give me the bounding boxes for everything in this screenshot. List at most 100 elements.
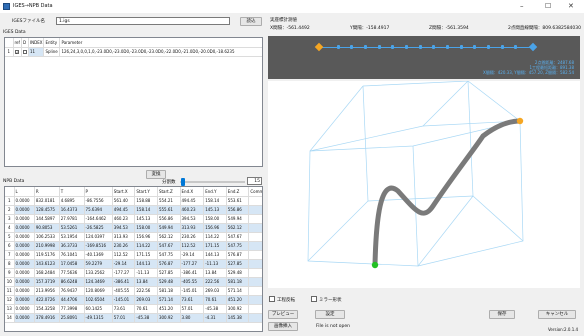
timeline-tick[interactable] xyxy=(364,45,367,49)
row-number: 8 xyxy=(5,259,15,269)
row-number: 7 xyxy=(5,250,15,260)
table-row[interactable]: 6 0.0000 210.9998 36.3733 -169.8516 230.26 114… xyxy=(5,241,262,251)
comment-cell xyxy=(248,286,262,296)
comment-cell xyxy=(248,214,262,224)
ref-checkbox[interactable]: ✓ xyxy=(13,47,22,57)
table-row[interactable]: 4 0.0000 90.8053 53.5261 -26.5825 394.53 158.0… xyxy=(5,223,262,233)
start-point-icon[interactable] xyxy=(516,117,524,125)
table-cell: 300.92 xyxy=(226,304,250,314)
table-cell: 77.5636 xyxy=(59,268,85,278)
timeline-tick[interactable] xyxy=(377,45,381,49)
table-row[interactable]: 1 ✓ 11 Spline 126,24,3,0,0,1,0,-23.0D0,-… xyxy=(5,47,262,57)
timeline-tick[interactable] xyxy=(487,45,490,49)
table-cell: 576.87 xyxy=(157,259,181,269)
col-header: T xyxy=(59,187,85,197)
timeline-tick[interactable] xyxy=(418,45,422,49)
col-header xyxy=(5,38,14,48)
iges-file-input[interactable]: 1.igs xyxy=(56,17,230,25)
table-cell: 73.61 xyxy=(112,304,136,314)
iges-header-row: ref D INDEX Entity Parameter xyxy=(5,38,262,48)
end-point-icon[interactable] xyxy=(371,261,379,269)
table-row[interactable]: 10 0.0000 157.3719 86.6248 124.3469 -386.41 13… xyxy=(5,277,262,287)
table-row[interactable]: 9 0.0000 168.2484 77.5636 133.2562 -177.27 -11… xyxy=(5,268,262,278)
table-cell: 269.03 xyxy=(203,286,227,296)
process-reverse-checkbox[interactable] xyxy=(269,296,275,302)
table-cell: -29.14 xyxy=(112,259,136,269)
table-cell: -405.55 xyxy=(112,286,136,296)
preview-button[interactable]: プレビュー xyxy=(268,310,298,319)
timeline-tick[interactable] xyxy=(432,45,436,49)
table-cell: 269.03 xyxy=(134,295,158,305)
table-cell: 0.0000 xyxy=(14,295,35,305)
table-cell: 70.61 xyxy=(134,304,158,314)
table-row[interactable]: 1 0.0000 832.0181 4.6895 -86.7556 561.40 158.8… xyxy=(5,196,262,206)
table-cell: 0.0000 xyxy=(14,304,35,314)
col-header: End.X xyxy=(180,187,205,197)
timeline-tick[interactable] xyxy=(500,45,504,49)
col-header: Parameter xyxy=(59,38,262,48)
table-cell: 553.61 xyxy=(226,196,250,206)
settings-button[interactable]: 設定 xyxy=(315,310,345,319)
timeline-tick[interactable] xyxy=(473,45,477,49)
table-cell: 4.6895 xyxy=(59,196,85,206)
division-slider-track[interactable] xyxy=(180,181,245,183)
timeline-tick[interactable] xyxy=(446,45,449,49)
table-row[interactable]: 7 0.0000 119.5176 76.1041 -40.1369 112.52 171.… xyxy=(5,250,262,260)
table-row[interactable]: 11 0.0000 213.9956 76.9437 120.8069 -405.55 22… xyxy=(5,286,262,296)
col-header: P xyxy=(84,187,113,197)
col-header: End.Z xyxy=(226,187,250,197)
table-cell: 57.01 xyxy=(180,304,205,314)
timeline-tick[interactable] xyxy=(350,45,354,49)
table-cell: 554.21 xyxy=(157,196,181,206)
table-cell: 86.6248 xyxy=(59,277,85,287)
mirror-checkbox[interactable] xyxy=(311,296,317,302)
table-cell: -11.13 xyxy=(203,259,227,269)
table-cell: 562.12 xyxy=(157,232,181,242)
table-cell: 527.85 xyxy=(226,259,250,269)
table-cell: 0.0000 xyxy=(14,250,35,260)
table-cell: -86.7556 xyxy=(84,196,113,206)
timeline-tick[interactable] xyxy=(405,45,408,49)
timeline-tick[interactable] xyxy=(514,45,518,49)
image-insert-button[interactable]: 画像挿入 xyxy=(268,322,298,331)
division-slider-thumb[interactable] xyxy=(181,178,185,186)
save-button[interactable]: 保存 xyxy=(489,310,515,319)
table-row[interactable]: 8 0.0000 143.6123 17.0458 59.2279 -29.14 144.1… xyxy=(5,259,262,269)
read-button[interactable]: 読込 xyxy=(240,17,262,26)
convert-button[interactable]: 変換 xyxy=(146,170,166,179)
table-cell: 13.84 xyxy=(203,268,227,278)
table-row[interactable]: 12 0.0000 422.0726 44.4706 102.6504 -145.01 26… xyxy=(5,295,262,305)
timeline-tick[interactable] xyxy=(336,45,340,49)
timeline-end-marker[interactable] xyxy=(528,42,538,52)
table-row[interactable]: 3 0.0000 144.5897 27.9781 -164.6462 460.23 145… xyxy=(5,214,262,224)
timeline-tick[interactable] xyxy=(391,45,395,49)
npb-data-grid[interactable]: L R T P Start.X Start.Y Start.Z End.X End.Y End.Z… xyxy=(4,186,263,332)
file-status: File is not open xyxy=(316,324,351,329)
cancel-button[interactable]: キャンセル xyxy=(538,310,576,319)
table-cell: 76.9437 xyxy=(59,286,85,296)
table-row[interactable]: 5 0.0000 106.2533 53.1954 124.0397 313.93 156.… xyxy=(5,232,262,242)
mirror-label: ミラー形状 xyxy=(319,298,342,303)
table-row[interactable]: 13 0.0000 154.3258 77.3998 60.1425 73.61 70.61… xyxy=(5,304,262,314)
d-checkbox[interactable] xyxy=(21,47,29,57)
timeline-tick[interactable] xyxy=(459,45,463,49)
table-cell: -145.01 xyxy=(180,286,205,296)
iges-data-grid[interactable]: ref D INDEX Entity Parameter 1 ✓ 11 Spli… xyxy=(4,37,263,167)
comment-cell xyxy=(248,241,262,251)
table-row[interactable]: 2 0.0000 128.4575 16.4373 75.6394 494.45 158.1… xyxy=(5,205,262,215)
3d-viewport[interactable] xyxy=(268,80,580,288)
table-cell: 156.96 xyxy=(203,223,227,233)
maximize-button[interactable]: ☐ xyxy=(545,2,551,10)
table-cell: -45.38 xyxy=(134,313,158,323)
minimize-button[interactable]: – xyxy=(520,2,524,10)
close-button[interactable]: ✕ xyxy=(568,2,574,10)
table-cell: 0.0000 xyxy=(14,286,35,296)
division-label: 分割数 xyxy=(162,180,176,185)
row-number: 6 xyxy=(5,241,15,251)
table-row[interactable]: 14 0.0000 378.4916 25.8091 -49.1315 57.01 -45.… xyxy=(5,313,262,323)
table-cell: 576.87 xyxy=(226,250,250,260)
division-input[interactable]: 15 xyxy=(247,177,262,185)
z-interval: Z間隔：-561.3594 xyxy=(429,26,469,31)
info-text: 2点間距離：2487.68 1工程最短距離：891.38 X間隔：420.33,… xyxy=(483,60,574,75)
timeline-start-marker[interactable] xyxy=(314,42,324,52)
